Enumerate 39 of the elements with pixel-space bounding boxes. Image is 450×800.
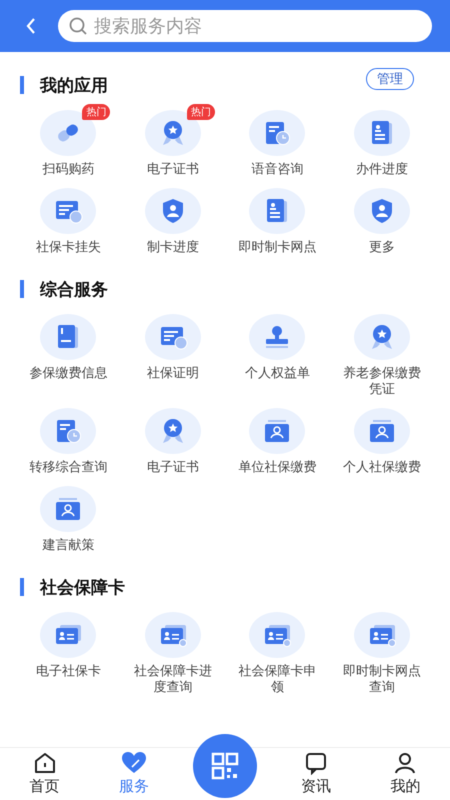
service-label[interactable]: 制卡进度 <box>146 240 199 256</box>
message-icon <box>304 751 328 775</box>
hot-badge: 热门 <box>82 104 110 120</box>
service-label[interactable]: 语音咨询 <box>251 162 304 178</box>
nav-tab[interactable]: 服务 <box>104 751 164 796</box>
service-label[interactable]: 电子证书 <box>146 162 199 178</box>
service-label[interactable]: 社会保障卡申领 <box>235 664 320 696</box>
service-label[interactable]: 养老参保缴费凭证 <box>340 366 424 398</box>
service-label[interactable]: 即时制卡网点 <box>238 240 316 256</box>
nav-tab[interactable]: 首页 <box>14 751 75 796</box>
service-label[interactable]: 扫码购药 <box>42 162 94 178</box>
home-icon <box>32 751 57 775</box>
qr-code-icon <box>210 751 240 781</box>
service-label[interactable]: 参保缴费信息 <box>29 366 108 382</box>
service-label[interactable]: 单位社保缴费 <box>238 460 316 476</box>
service-label[interactable]: 即时制卡网点查询 <box>340 664 424 696</box>
heart-icon <box>120 751 147 775</box>
person-icon <box>393 751 418 775</box>
service-label[interactable]: 社会保障卡进度查询 <box>130 664 215 696</box>
service-label[interactable]: 电子证书 <box>146 460 199 476</box>
nav-tab[interactable]: 我的 <box>375 751 436 796</box>
service-label[interactable]: 电子社保卡 <box>36 664 101 680</box>
search-icon <box>68 16 88 36</box>
section-title: 社会保障卡 <box>40 576 126 598</box>
back-icon[interactable] <box>26 18 36 34</box>
service-label[interactable]: 社保证明 <box>146 366 199 382</box>
hot-badge: 热门 <box>186 104 215 120</box>
service-label[interactable]: 转移综合查询 <box>29 460 108 476</box>
service-label[interactable]: 办件进度 <box>356 162 408 178</box>
section-title: 我的应用 <box>40 74 109 96</box>
service-label[interactable]: 更多 <box>368 240 395 256</box>
search-bar[interactable]: 搜索服务内容 <box>58 10 432 42</box>
manage-button[interactable]: 管理 <box>366 68 414 90</box>
nav-tab[interactable]: 资讯 <box>286 751 346 796</box>
service-label[interactable]: 个人权益单 <box>244 366 310 382</box>
service-label[interactable]: 社保卡挂失 <box>36 240 101 256</box>
service-label[interactable]: 个人社保缴费 <box>342 460 421 476</box>
service-label[interactable]: 建言献策 <box>42 538 94 554</box>
section-title: 综合服务 <box>40 278 109 300</box>
